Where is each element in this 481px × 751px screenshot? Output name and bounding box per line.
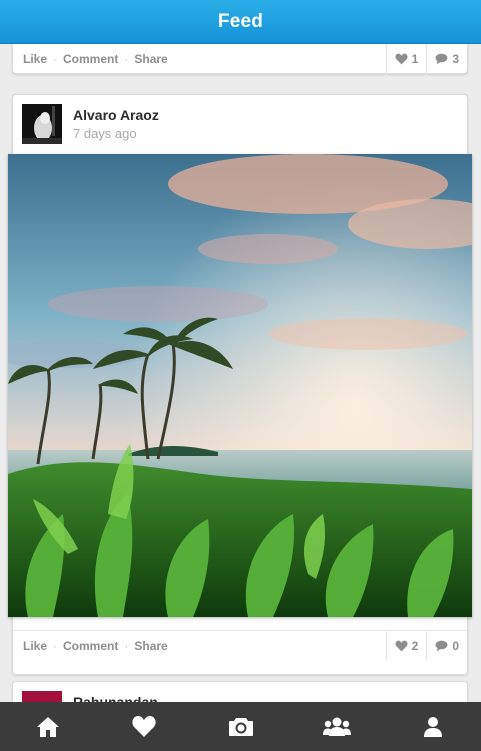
tab-people[interactable] <box>289 702 385 751</box>
heart-icon <box>395 640 408 651</box>
home-icon <box>37 716 60 737</box>
tab-bar <box>0 702 481 751</box>
post-header: Rahunandan <box>13 682 467 702</box>
people-icon <box>322 717 351 736</box>
action-links: Like · Comment · Share <box>13 639 386 653</box>
post-card: Like · Comment · Share 1 3 <box>12 44 468 74</box>
comment-link[interactable]: Comment <box>63 52 118 66</box>
profile-icon <box>423 716 442 737</box>
tab-profile[interactable] <box>385 702 481 751</box>
app: Feed Like · Comment · Share 1 3 Alvaro A… <box>0 0 481 751</box>
separator-dot: · <box>53 638 58 653</box>
heart-icon <box>395 53 408 65</box>
separator-dot: · <box>53 52 58 66</box>
post-header: Alvaro Araoz 7 days ago <box>13 95 467 153</box>
author-name[interactable]: Rahunandan <box>73 694 158 702</box>
likes-count[interactable]: 2 <box>385 631 427 660</box>
post-card: Rahunandan <box>12 681 468 702</box>
likes-count[interactable]: 1 <box>385 44 427 74</box>
avatar[interactable] <box>22 104 62 144</box>
comments-count[interactable]: 3 <box>426 44 467 74</box>
separator-dot: · <box>124 52 129 66</box>
post-time: 7 days ago <box>73 126 137 141</box>
like-link[interactable]: Like <box>23 52 47 66</box>
feed[interactable]: Like · Comment · Share 1 3 Alvaro Araoz … <box>0 44 481 702</box>
comment-icon <box>435 53 448 65</box>
comments-count-value: 3 <box>452 52 459 66</box>
comments-count-value: 0 <box>452 638 459 653</box>
likes-count-value: 2 <box>411 638 419 653</box>
post-counts: 2 0 <box>385 631 467 660</box>
tab-likes[interactable] <box>96 702 192 751</box>
action-links: Like · Comment · Share <box>13 52 386 66</box>
share-link[interactable]: Share <box>134 639 167 653</box>
comment-link[interactable]: Comment <box>63 639 118 653</box>
share-link[interactable]: Share <box>134 52 167 66</box>
post-photo[interactable] <box>8 154 472 617</box>
tab-home[interactable] <box>0 702 96 751</box>
separator-dot: · <box>124 638 129 653</box>
camera-icon <box>228 718 253 736</box>
like-link[interactable]: Like <box>23 639 47 653</box>
post-counts: 1 3 <box>385 44 467 74</box>
tab-camera[interactable] <box>192 702 288 751</box>
post-actions: Like · Comment · Share 2 0 <box>13 630 467 660</box>
page-title: Feed <box>217 10 264 32</box>
comments-count[interactable]: 0 <box>426 631 467 660</box>
comment-icon <box>435 640 448 651</box>
post-actions: Like · Comment · Share 1 3 <box>13 44 467 74</box>
likes-count-value: 1 <box>411 52 419 66</box>
avatar[interactable] <box>22 691 62 702</box>
author-name[interactable]: Alvaro Araoz <box>73 107 159 123</box>
header-bar: Feed <box>0 0 481 44</box>
heart-icon <box>132 716 156 737</box>
